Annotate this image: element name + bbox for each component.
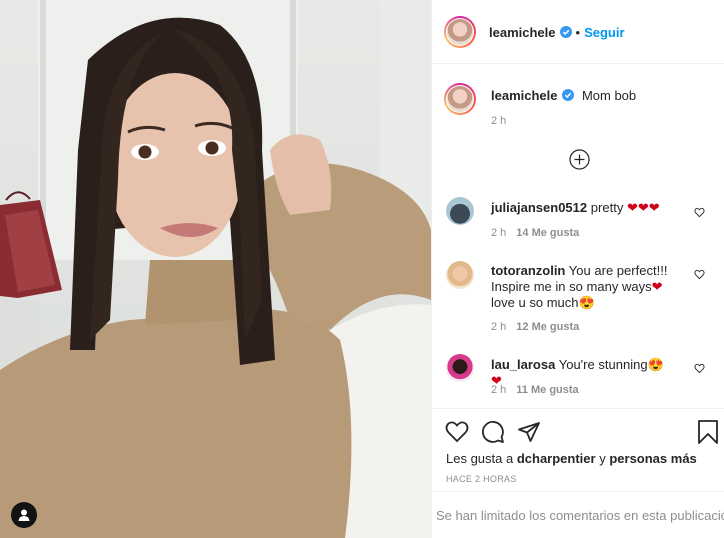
liked-by: Les gusta a dcharpentier y personas más: [446, 451, 697, 466]
user-tag-icon[interactable]: [11, 502, 37, 528]
comment-likes[interactable]: 14 Me gusta: [516, 227, 579, 239]
paper-plane-icon[interactable]: [517, 420, 541, 444]
liked-by-prefix: Les gusta a: [446, 451, 514, 466]
comment-likes[interactable]: 11 Me gusta: [516, 384, 578, 396]
caption-text: Mom bob: [581, 88, 637, 103]
heart-icon[interactable]: [445, 420, 469, 444]
heart-icon[interactable]: [694, 363, 705, 374]
post-photo-illustration: [0, 0, 431, 538]
comment-meta: 2 h 14 Me gusta: [491, 227, 579, 239]
liked-by-joiner: y: [599, 451, 606, 466]
post-header: leamichele • Seguir: [432, 0, 724, 64]
verified-badge-icon: [559, 26, 572, 38]
comment-meta: 2 h 12 Me gusta: [491, 321, 579, 333]
post-photo[interactable]: [0, 0, 431, 538]
heart-icon[interactable]: [694, 207, 705, 218]
liked-by-user[interactable]: dcharpentier: [517, 451, 596, 466]
comments-limited-notice: Se han limitado los comentarios en esta …: [432, 491, 724, 538]
follow-button[interactable]: Seguir: [584, 25, 624, 40]
comment-time[interactable]: 2 h: [491, 384, 506, 396]
verified-badge-icon: [561, 89, 574, 101]
comment-username[interactable]: juliajansen0512: [491, 200, 587, 215]
liked-by-others[interactable]: personas más: [609, 451, 696, 466]
comment: totoranzolin You are perfect!!! Inspire …: [491, 263, 673, 311]
red-heart-emoji: ❤: [648, 200, 660, 215]
comment-username[interactable]: lau_larosa: [491, 357, 555, 372]
heart-icon[interactable]: [694, 269, 705, 280]
comment: juliajansen0512 pretty ❤❤❤: [491, 200, 673, 216]
caption: leamichele Mom bob: [491, 87, 636, 105]
comment-likes[interactable]: 12 Me gusta: [516, 321, 579, 333]
caption-username[interactable]: leamichele: [491, 88, 558, 103]
red-heart-emoji: ❤: [651, 279, 663, 294]
comment-time[interactable]: 2 h: [491, 227, 506, 239]
comment-avatar[interactable]: [446, 261, 474, 289]
author-avatar[interactable]: [444, 16, 476, 48]
comment-icon[interactable]: [481, 420, 505, 444]
bookmark-icon[interactable]: [697, 420, 719, 444]
separator-dot: •: [575, 25, 581, 40]
divider: [432, 408, 724, 409]
comment-username[interactable]: totoranzolin: [491, 263, 565, 278]
post-sidebar: leamichele • Seguir leamichele Mom bob 2 h…: [431, 0, 724, 538]
comment-time[interactable]: 2 h: [491, 321, 506, 333]
comment-avatar[interactable]: [446, 354, 474, 382]
comment-text: pretty ❤❤❤: [590, 200, 660, 215]
author-username[interactable]: leamichele: [489, 25, 556, 40]
comment-meta: 2 h 11 Me gusta: [491, 384, 579, 396]
post-timestamp[interactable]: HACE 2 HORAS: [446, 474, 517, 484]
plus-circle-icon[interactable]: [569, 149, 590, 170]
red-heart-emoji: ❤: [626, 200, 638, 215]
comments-limited-text: Se han limitado los comentarios en esta …: [436, 508, 724, 523]
caption-avatar[interactable]: [444, 83, 476, 115]
caption-time[interactable]: 2 h: [491, 115, 506, 127]
red-heart-emoji: ❤: [637, 200, 649, 215]
comment-avatar[interactable]: [446, 197, 474, 225]
